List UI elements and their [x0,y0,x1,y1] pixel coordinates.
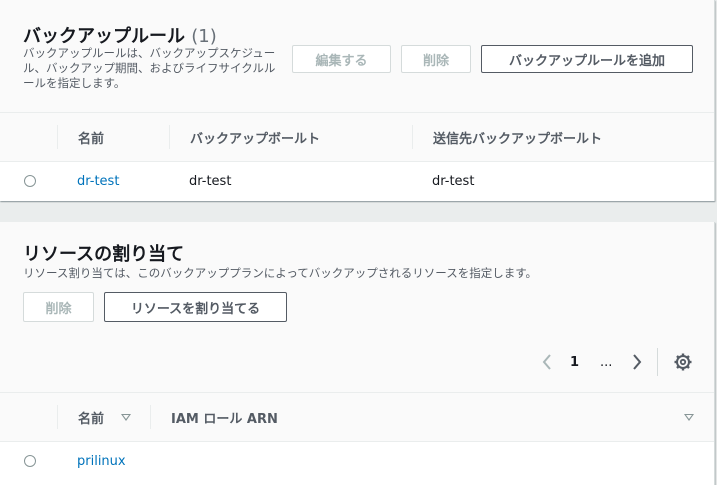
preferences-button[interactable] [673,352,693,372]
next-page-button[interactable] [628,350,646,374]
column-header-iam-role-arn[interactable]: IAM ロール ARN [171,393,278,441]
backup-rules-title-text: バックアップルール [23,26,185,47]
pagination-ellipsis: ... [600,354,613,370]
previous-page-button[interactable] [538,350,556,374]
add-backup-rule-button[interactable]: バックアップルールを追加 [481,45,693,73]
backup-rules-panel: バックアップルール (1) バックアップルールは、バックアップスケジュール、バッ… [0,0,715,201]
table-row: prilinux [0,441,714,481]
gear-icon [674,353,692,371]
column-divider [412,125,413,149]
backup-rules-count: (1) [191,26,217,47]
resource-assignments-title: リソースの割り当て [23,244,185,265]
column-divider [150,405,151,429]
resource-assignments-description: リソース割り当ては、このバックアッププランによってバックアップされるリソースを指… [23,266,538,280]
row-select-radio[interactable] [24,455,36,467]
table-row: dr-test dr-test dr-test [0,161,714,201]
edit-button[interactable]: 編集する [292,45,391,73]
resource-assignments-panel: リソースの割り当て リソース割り当ては、このバックアッププランによってバックアッ… [0,222,715,485]
column-header-name[interactable]: 名前 [78,393,104,441]
column-divider [169,125,170,149]
chevron-right-icon [633,354,642,370]
rule-vault: dr-test [189,173,232,189]
rule-destination-vault: dr-test [432,173,475,189]
column-divider [57,405,58,429]
rule-name-link[interactable]: dr-test [77,161,119,201]
backup-rules-description: バックアップルールは、バックアップスケジュール、バックアップ期間、およびライフサ… [23,46,276,90]
delete-rule-button[interactable]: 削除 [401,45,471,73]
row-select-radio[interactable] [24,175,36,187]
pagination-divider [657,348,658,376]
backup-rules-table-header: 名前 バックアップボールト 送信先バックアップボールト [0,112,714,162]
sort-caret-icon[interactable] [684,414,694,421]
resource-name-link[interactable]: prilinux [77,441,126,481]
resource-table-header: 名前 IAM ロール ARN [0,392,714,442]
delete-assignment-button[interactable]: 削除 [23,292,94,322]
sort-caret-icon[interactable] [121,414,131,421]
assign-resources-button[interactable]: リソースを割り当てる [104,292,287,322]
page-1-button[interactable]: 1 [570,350,579,374]
column-header-name[interactable]: 名前 [78,113,104,161]
column-divider [57,125,58,149]
chevron-left-icon [542,354,551,370]
backup-rules-title: バックアップルール (1) [23,22,217,48]
column-header-destination-vault[interactable]: 送信先バックアップボールト [433,113,602,161]
column-header-vault[interactable]: バックアップボールト [190,113,320,161]
